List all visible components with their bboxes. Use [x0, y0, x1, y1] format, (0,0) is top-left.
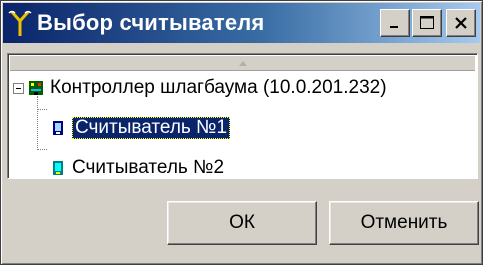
- maximize-button[interactable]: [412, 9, 442, 37]
- title-bar[interactable]: Выбор считывателя: [3, 3, 480, 43]
- scroll-up-button[interactable]: [10, 56, 475, 71]
- tree-connector-line: [37, 109, 47, 110]
- reader-selection-dialog: Выбор считывателя Контроллер шлагбаума (…: [0, 0, 483, 265]
- minimize-icon: [390, 26, 398, 28]
- tree-node-label: Контроллер шлагбаума (10.0.201.232): [50, 77, 387, 98]
- cancel-button[interactable]: Отменить: [329, 201, 479, 245]
- reader-tree: Контроллер шлагбаума (10.0.201.232) Счит…: [8, 70, 477, 178]
- close-icon: [455, 17, 467, 29]
- reader-icon: [53, 121, 63, 135]
- reader-antenna-icon: [8, 10, 32, 36]
- tree-node-reader-1[interactable]: Считыватель №1: [52, 115, 231, 141]
- close-button[interactable]: [446, 9, 476, 37]
- tree-connector-line: [37, 96, 38, 150]
- minimize-button[interactable]: [380, 9, 410, 37]
- ok-button[interactable]: ОК: [167, 201, 317, 245]
- tree-node-label: Считыватель №1: [72, 117, 231, 139]
- collapse-icon[interactable]: [13, 83, 24, 94]
- window-title: Выбор считывателя: [37, 10, 265, 35]
- reader-tree-panel[interactable]: Контроллер шлагбаума (10.0.201.232) Счит…: [7, 53, 478, 179]
- tree-node-reader-2[interactable]: Считыватель №2: [52, 155, 224, 181]
- tree-node-label: Считыватель №2: [72, 157, 225, 178]
- reader-icon: [53, 161, 63, 175]
- tree-connector-line: [37, 149, 47, 150]
- controller-icon: [29, 81, 43, 95]
- scroll-up-arrow-icon: [238, 60, 247, 66]
- tree-node-controller[interactable]: Контроллер шлагбаума (10.0.201.232): [28, 75, 387, 101]
- titlebar-buttons: [380, 9, 476, 37]
- maximize-icon: [420, 16, 434, 29]
